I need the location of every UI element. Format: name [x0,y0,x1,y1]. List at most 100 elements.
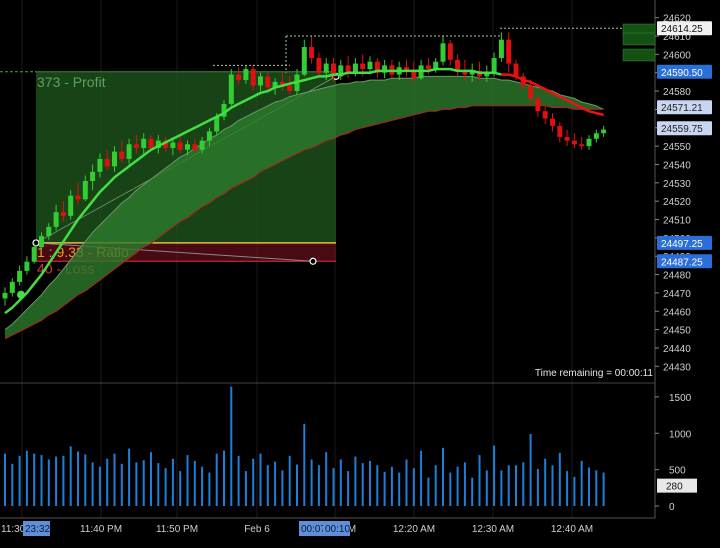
price-tick-label: 24450 [663,326,691,337]
volume-bar [259,453,262,506]
candle [9,281,15,293]
price-tick-label: 24510 [663,216,691,227]
volume-bar [544,458,547,506]
price-tick-label: 24470 [663,289,691,300]
price-marker-label: 24559.75 [661,124,703,135]
volume-bar [164,468,167,506]
chart-canvas[interactable]: 373 - Profit1 : 9.33 - Ratio40 - Loss 24… [0,0,720,543]
volume-bar [595,470,598,506]
volume-bar [40,455,43,506]
volume-bar [98,466,101,506]
candle [360,63,366,70]
candle [236,74,242,81]
volume-bar [193,460,196,506]
candle [579,144,585,147]
volume-bar [281,470,284,506]
volume-bar [566,471,569,506]
volume-bar [230,386,233,506]
volume-bar [128,448,131,506]
price-tick-label: 24430 [663,362,691,373]
volume-bar [420,450,423,506]
candle [535,98,541,112]
volume-bar [47,459,50,506]
level-box [622,48,656,62]
candle [316,58,322,73]
price-tick-label: 24540 [663,160,691,171]
volume-bar [507,465,510,506]
volume-bar [288,455,291,506]
volume-bar [296,464,298,506]
volume-tick-label: 1500 [669,393,692,404]
time-tick-label: Feb 6 [244,524,270,535]
stop-handle [309,257,317,265]
volume-bar [463,462,466,506]
volume-bar [588,467,590,506]
candle [447,43,453,60]
volume-bar [434,465,437,506]
candle [119,151,125,159]
time-tick-label: 12:30 AM [472,524,514,535]
candle [104,158,110,167]
volume-bar [55,456,58,506]
volume-bar [515,465,517,506]
volume-bar [33,453,36,506]
volume-bar [536,468,539,506]
candle [75,195,81,200]
volume-bar [179,471,182,506]
candle [126,144,132,159]
candle [571,140,577,145]
time-tick-label: 12:40 AM [551,524,593,535]
time-tick-label: 11:50 PM [156,524,198,535]
price-marker-label: 24614.25 [661,24,703,35]
candle [506,39,512,64]
volume-bar [274,461,277,506]
profit-label: 373 - Profit [37,74,106,90]
candle [141,138,147,148]
candle [601,129,607,134]
candle [352,63,358,73]
volume-bar [208,472,211,506]
price-tick-label: 24600 [663,50,691,61]
candle [2,292,8,299]
volume-bar [412,468,415,506]
candle [250,69,256,86]
candle [177,142,183,150]
candle [39,236,44,248]
candle [112,151,117,167]
volume-tick-label: 500 [669,466,686,477]
volume-bar [369,460,371,506]
price-tick-label: 24440 [663,344,691,355]
volume-bar [201,466,204,506]
candle [528,85,534,99]
price-marker-label: 24497.25 [661,239,703,250]
volume-bar [91,462,94,506]
candle [258,76,263,86]
candle [53,212,59,227]
candle [46,226,52,237]
candle [90,171,96,181]
candle [586,138,592,147]
volume-tick-label: 0 [669,502,675,513]
candle [557,125,563,137]
volume-bar [171,458,174,506]
volume-bar [157,463,160,506]
volume-bar [427,477,430,506]
trading-chart[interactable]: 373 - Profit1 : 9.33 - Ratio40 - Loss 24… [0,0,720,543]
candle [243,69,249,81]
volume-bar [580,460,583,506]
volume-bar [25,450,28,506]
volume-bar [347,471,350,506]
volume-bar [551,465,554,506]
candle [367,61,373,70]
candle [513,63,519,77]
crosshair-time-label: 00:10 [325,524,350,535]
candle [498,39,504,59]
candle [68,195,74,216]
candle [206,131,212,141]
volume-bar [332,468,335,506]
volume-bar [106,458,109,506]
volume-bar [303,423,306,506]
candle [60,212,66,216]
candle [287,85,293,92]
volume-bar [186,455,189,506]
